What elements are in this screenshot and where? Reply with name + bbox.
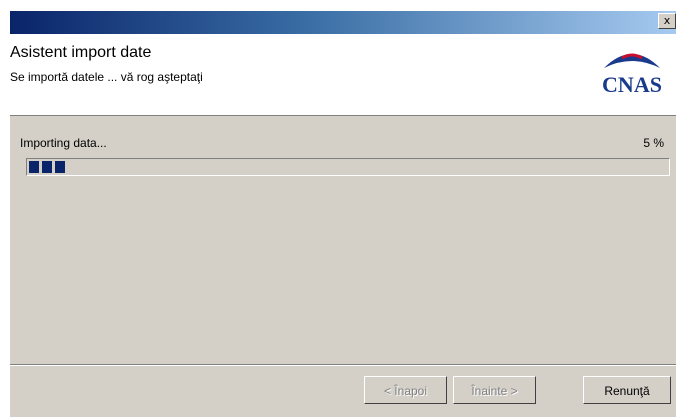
cnas-logo: CNAS bbox=[602, 53, 662, 97]
back-button[interactable]: < Înapoi bbox=[364, 376, 447, 404]
progress-bar-fill bbox=[29, 161, 65, 173]
logo-text: CNAS bbox=[602, 72, 662, 97]
title-bar[interactable]: x bbox=[10, 11, 676, 34]
close-button[interactable]: x bbox=[658, 13, 676, 29]
progress-percent-text: 5 % bbox=[643, 136, 664, 150]
wizard-header: Asistent import date Se importă datele .… bbox=[10, 34, 676, 116]
next-button[interactable]: Înainte > bbox=[453, 376, 536, 404]
progress-bar bbox=[26, 158, 670, 176]
wizard-body: Importing data... 5 % bbox=[10, 116, 676, 364]
wizard-footer: < Înapoi Înainte > Renunţă bbox=[10, 366, 676, 417]
cancel-button[interactable]: Renunţă bbox=[583, 376, 671, 404]
wizard-title: Asistent import date bbox=[10, 44, 152, 61]
wizard-subtitle: Se importă datele ... vă rog aşteptaţi bbox=[10, 70, 203, 84]
progress-status-text: Importing data... bbox=[20, 136, 107, 150]
